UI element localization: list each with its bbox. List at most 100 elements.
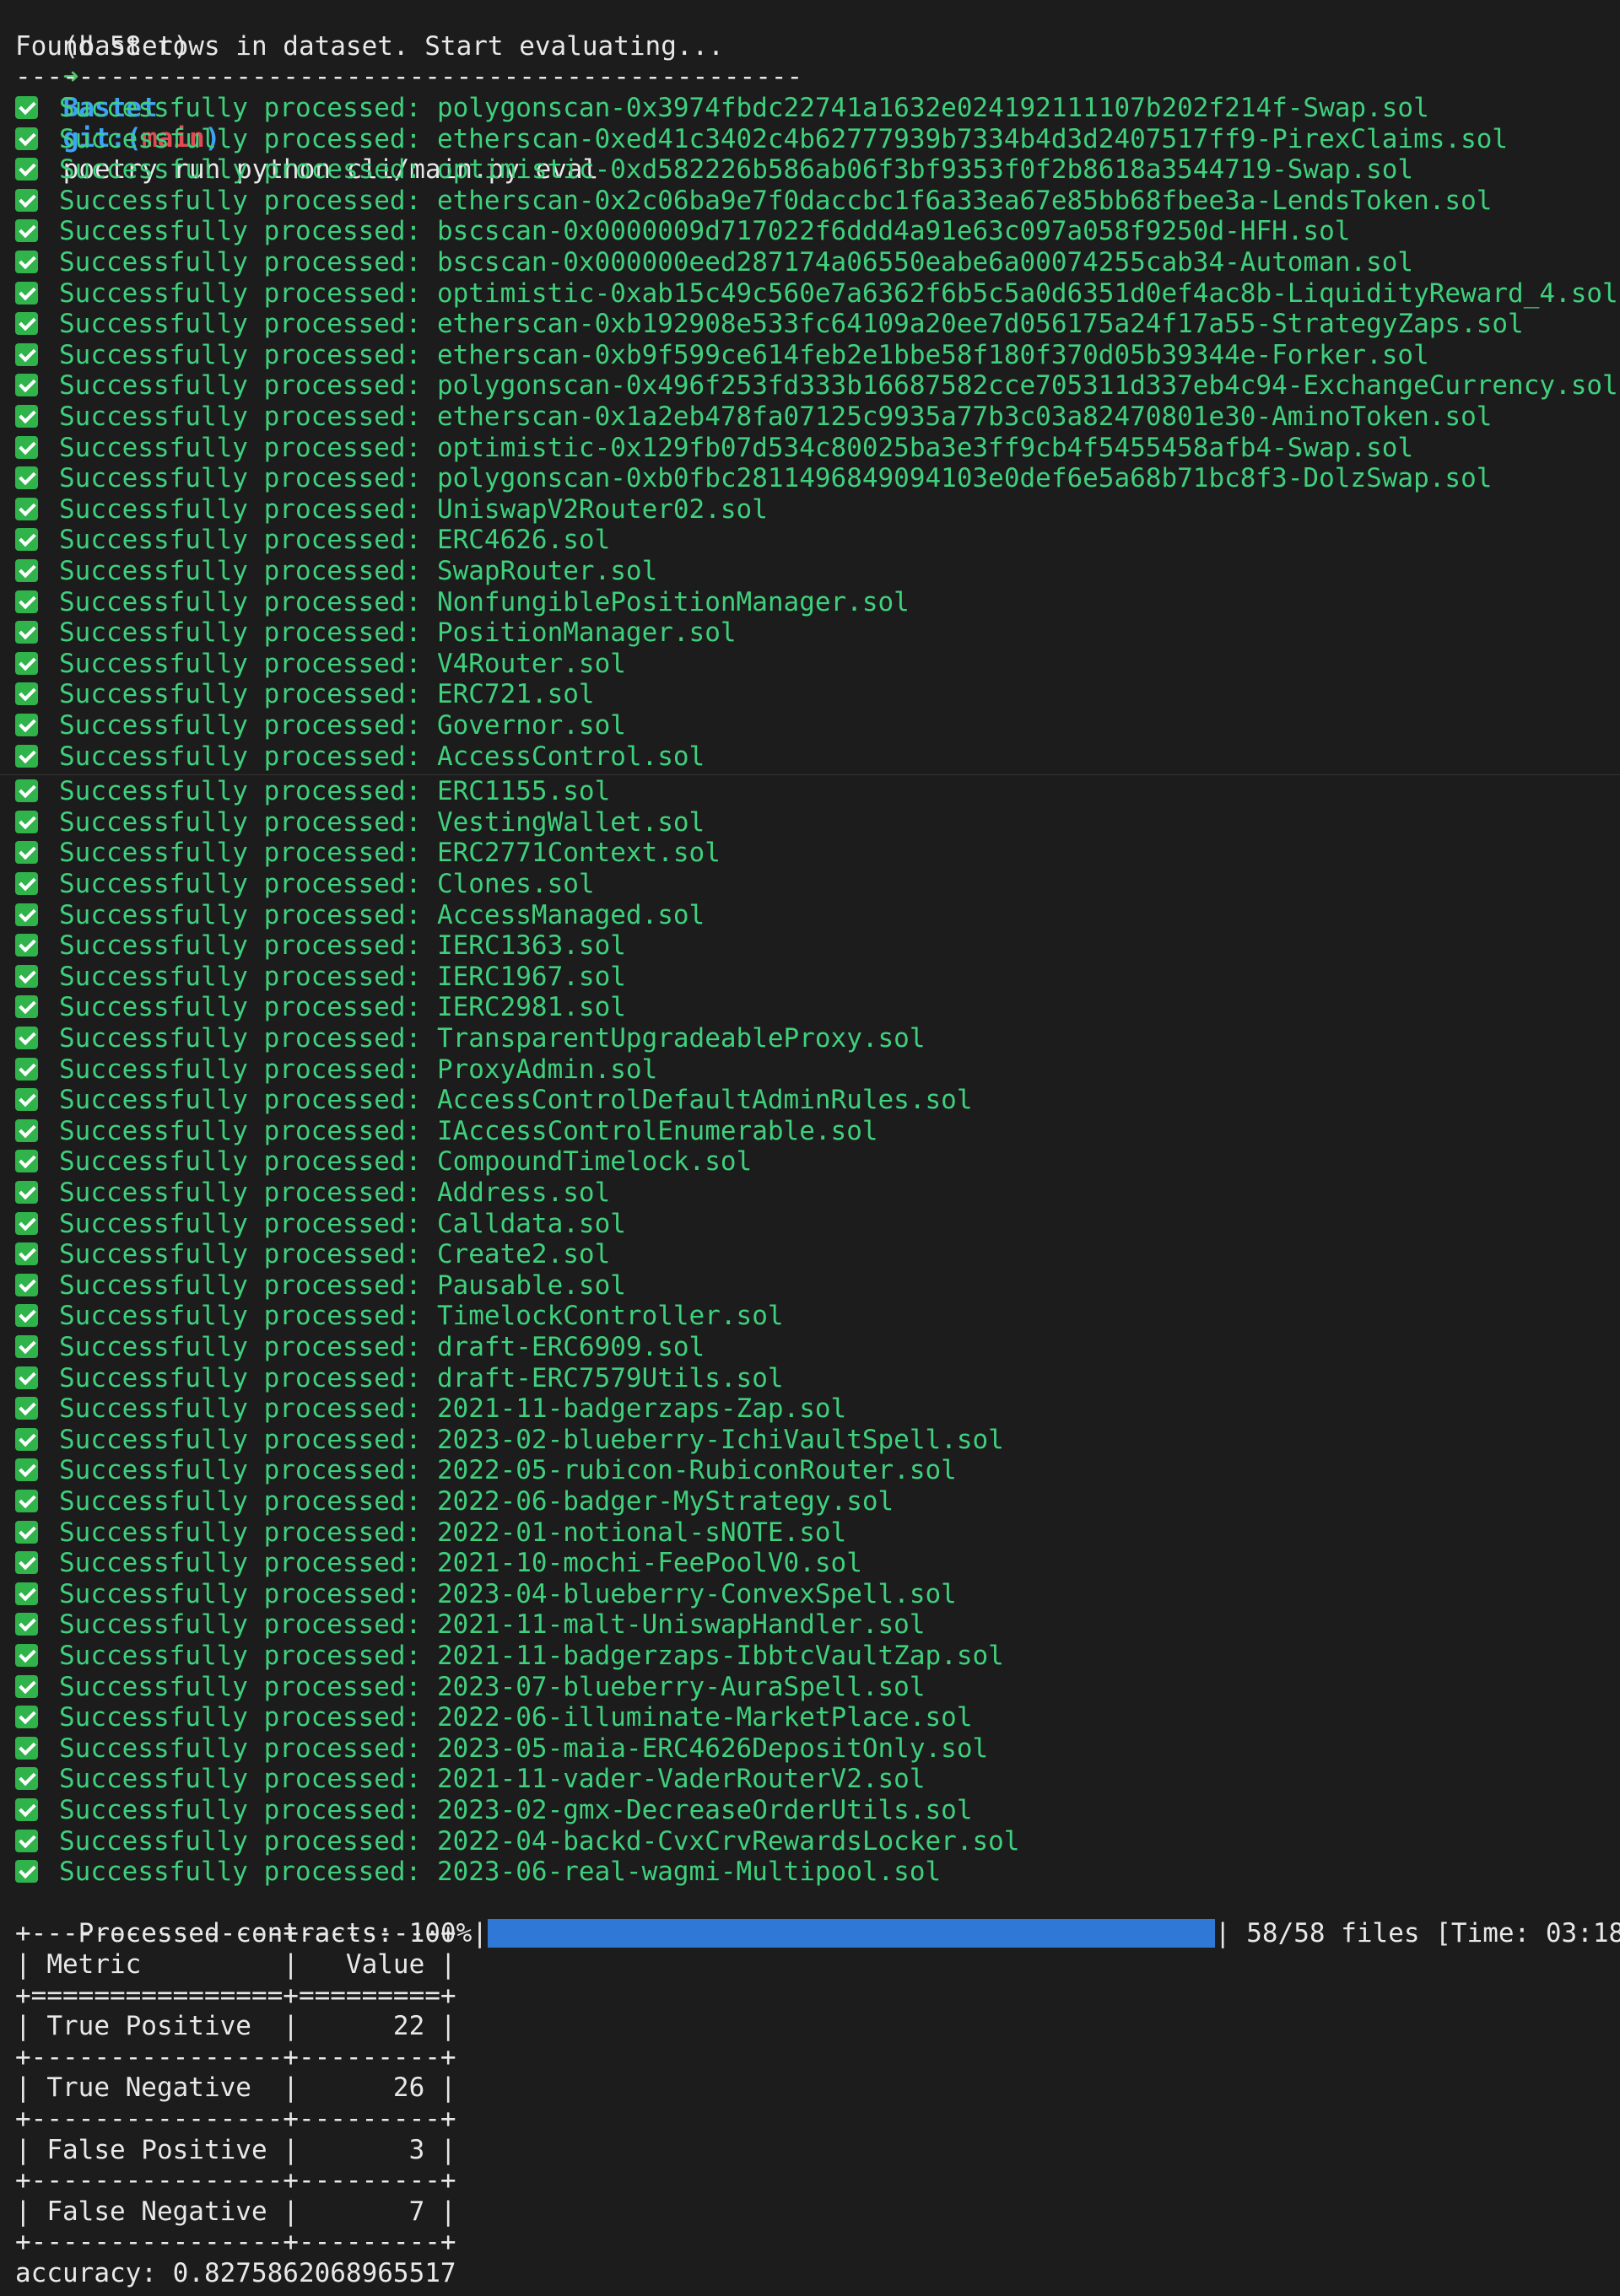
file-name: ERC1155.sol [436, 776, 611, 807]
terminal-window[interactable]: (bastet) ➜ Bastet git:(main) poetry run … [0, 0, 1620, 2296]
file-name: 2021-10-mochi-FeePoolV0.sol [436, 1548, 862, 1579]
success-prefix: Successfully processed: [59, 617, 422, 649]
checkmark-icon [15, 1520, 38, 1544]
checkmark-icon [15, 590, 38, 613]
success-prefix: Successfully processed: [59, 216, 422, 247]
processed-file-row: Successfully processed: 2022-06-badger-M… [15, 1486, 894, 1517]
checkmark-icon [15, 1644, 38, 1667]
success-prefix: Successfully processed: [59, 679, 422, 710]
processed-file-row: Successfully processed: polygonscan-0x49… [15, 370, 1618, 402]
file-name: 2021-11-badgerzaps-Zap.sol [436, 1393, 847, 1425]
processed-file-row: Successfully processed: ERC1155.sol [15, 776, 610, 807]
processed-file-row: Successfully processed: Create2.sol [15, 1239, 610, 1270]
checkmark-icon [15, 1829, 38, 1852]
checkmark-icon [15, 1242, 38, 1266]
file-name: IERC1363.sol [436, 930, 626, 962]
found-rows-line: Found 58 rows in dataset. Start evaluati… [15, 30, 724, 62]
table-border: +----------------+---------+ [15, 1918, 456, 1949]
file-name: 2022-01-notional-sNOTE.sol [436, 1517, 847, 1548]
file-name: UniswapV2Router02.sol [436, 493, 768, 525]
success-prefix: Successfully processed: [59, 899, 422, 930]
checkmark-icon [15, 841, 38, 865]
checkmark-icon [15, 934, 38, 957]
checkmark-icon [15, 1582, 38, 1605]
checkmark-icon [15, 312, 38, 336]
checkmark-icon [15, 1335, 38, 1358]
file-name: etherscan-0xed41c3402c4b62777939b7334b4d… [436, 123, 1509, 154]
file-name: ERC4626.sol [436, 525, 611, 556]
table-row: | Metric | Value | [15, 1949, 456, 1980]
file-name: SwapRouter.sol [436, 556, 658, 586]
checkmark-icon [15, 1767, 38, 1791]
success-prefix: Successfully processed: [59, 1362, 422, 1393]
checkmark-icon [15, 1118, 38, 1142]
checkmark-icon [15, 1860, 38, 1884]
checkmark-icon [15, 1736, 38, 1760]
success-prefix: Successfully processed: [59, 1239, 422, 1270]
success-prefix: Successfully processed: [59, 1455, 422, 1486]
processed-file-row: Successfully processed: CompoundTimelock… [15, 1146, 752, 1178]
checkmark-icon [15, 621, 38, 644]
processed-file-row: Successfully processed: etherscan-0xed41… [15, 124, 1508, 155]
checkmark-icon [15, 127, 38, 150]
file-name: etherscan-0xb192908e533fc64109a20ee7d056… [436, 309, 1524, 340]
processed-file-row: Successfully processed: 2021-11-badgerza… [15, 1393, 846, 1425]
success-prefix: Successfully processed: [59, 1023, 422, 1054]
success-prefix: Successfully processed: [59, 1332, 422, 1362]
processed-file-row: Successfully processed: PositionManager.… [15, 617, 737, 649]
success-prefix: Successfully processed: [59, 1764, 422, 1795]
file-name: 2023-02-blueberry-IchiVaultSpell.sol [436, 1424, 1004, 1455]
success-prefix: Successfully processed: [59, 154, 422, 186]
checkmark-icon [15, 1088, 38, 1112]
success-prefix: Successfully processed: [59, 309, 422, 340]
success-prefix: Successfully processed: [59, 586, 422, 617]
accuracy-line: accuracy: 0.8275862068965517 [15, 2258, 456, 2288]
file-name: polygonscan-0x496f253fd333b16687582cce70… [436, 370, 1618, 402]
checkmark-icon [15, 1458, 38, 1482]
processed-file-row: Successfully processed: TransparentUpgra… [15, 1023, 926, 1054]
processed-file-row: Successfully processed: Calldata.sol [15, 1209, 626, 1240]
success-prefix: Successfully processed: [59, 1702, 422, 1733]
file-name: AccessManaged.sol [436, 899, 705, 930]
file-name: Clones.sol [436, 869, 595, 899]
success-prefix: Successfully processed: [59, 1269, 422, 1301]
table-border: +================+=========+ [15, 1980, 456, 2011]
processed-file-row: Successfully processed: ERC4626.sol [15, 525, 610, 556]
checkmark-icon [15, 714, 38, 736]
file-name: ERC721.sol [436, 679, 595, 710]
processed-file-row: Successfully processed: optimistic-0xab1… [15, 278, 1618, 310]
success-prefix: Successfully processed: [59, 463, 422, 494]
processed-file-row: Successfully processed: AccessControlDef… [15, 1085, 973, 1116]
success-prefix: Successfully processed: [59, 1486, 422, 1517]
success-prefix: Successfully processed: [59, 1795, 422, 1825]
file-name: polygonscan-0xb0fbc2811496849094103e0def… [436, 463, 1493, 494]
success-prefix: Successfully processed: [59, 278, 422, 309]
success-prefix: Successfully processed: [59, 1548, 422, 1579]
processed-file-row: Successfully processed: IERC2981.sol [15, 992, 626, 1023]
checkmark-icon [15, 497, 38, 520]
success-prefix: Successfully processed: [59, 869, 422, 899]
processed-file-row: Successfully processed: optimistic-0x129… [15, 433, 1413, 464]
checkmark-icon [15, 188, 38, 212]
checkmark-icon [15, 810, 38, 833]
processed-file-row: Successfully processed: IERC1967.sol [15, 962, 626, 993]
processed-file-row: Successfully processed: Address.sol [15, 1178, 610, 1209]
checkmark-icon [15, 405, 38, 428]
file-name: Create2.sol [436, 1239, 611, 1270]
table-border: +----------------+---------+ [15, 2165, 456, 2196]
success-prefix: Successfully processed: [59, 247, 422, 278]
success-prefix: Successfully processed: [59, 1857, 422, 1888]
processed-file-row: Successfully processed: V4Router.sol [15, 649, 626, 680]
success-prefix: Successfully processed: [59, 806, 422, 838]
processed-file-row: Successfully processed: ERC721.sol [15, 679, 595, 710]
success-prefix: Successfully processed: [59, 930, 422, 962]
checkmark-icon [15, 779, 38, 803]
file-name: etherscan-0xb9f599ce614feb2e1bbe58f180f3… [436, 339, 1429, 370]
file-name: Pausable.sol [436, 1269, 626, 1301]
success-prefix: Successfully processed: [59, 1301, 422, 1332]
checkmark-icon [15, 1427, 38, 1451]
progress-suffix: | 58/58 files [Time: 03:18] [1214, 1918, 1620, 1949]
processed-file-row: Successfully processed: Governor.sol [15, 710, 626, 741]
file-name: draft-ERC7579Utils.sol [436, 1362, 784, 1393]
file-name: optimistic-0x129fb07d534c80025ba3e3ff9cb… [436, 432, 1414, 463]
